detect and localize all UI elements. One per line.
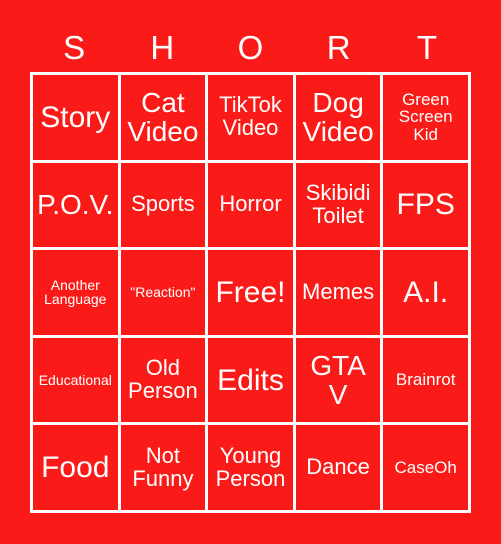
bingo-cell[interactable]: TikTok Video	[208, 75, 296, 163]
bingo-cell-label: TikTok Video	[219, 92, 282, 141]
bingo-cell[interactable]: Cat Video	[120, 75, 209, 163]
bingo-cell[interactable]: Old Person	[120, 337, 209, 426]
bingo-cell[interactable]: Dog Video	[295, 75, 384, 163]
bingo-cell-label: FPS	[396, 188, 455, 222]
bingo-cell-label: Cat Video	[127, 87, 199, 148]
bingo-cell-label: A.I.	[403, 275, 449, 309]
bingo-cell-label: Educational	[38, 371, 112, 388]
header-letter-2: H	[150, 28, 175, 66]
bingo-cell[interactable]: P.O.V.	[33, 162, 121, 251]
header-letter-1: S	[63, 28, 86, 66]
bingo-cell[interactable]: Food	[33, 425, 121, 513]
bingo-cell-label: Food	[41, 451, 110, 485]
bingo-cell-label: Free!	[215, 275, 286, 309]
bingo-cell-label: Old Person	[128, 355, 198, 404]
bingo-cell-label: Skibidi Toilet	[305, 180, 371, 228]
bingo-cell-label: P.O.V.	[37, 189, 114, 221]
bingo-cell-label: Not Funny	[132, 442, 194, 491]
bingo-cell-free[interactable]: Free!	[208, 250, 296, 338]
bingo-cell[interactable]: Edits	[208, 337, 296, 426]
bingo-cell[interactable]: A.I.	[383, 250, 471, 338]
header-letter-4: R	[326, 28, 351, 66]
bingo-cell[interactable]: FPS	[383, 162, 471, 251]
bingo-cell-label: Sports	[131, 191, 195, 217]
bingo-cell-label: Dance	[306, 454, 370, 480]
bingo-cell[interactable]: Brainrot	[383, 337, 471, 426]
bingo-cell[interactable]: GTA V	[295, 337, 384, 426]
bingo-cell[interactable]: Dance	[295, 425, 384, 513]
bingo-grid: Story Cat Video TikTok Video Dog Video G…	[30, 72, 471, 513]
bingo-cell[interactable]: "Reaction"	[120, 250, 209, 338]
bingo-cell[interactable]: Another Language	[33, 250, 121, 338]
bingo-cell[interactable]: Green Screen Kid	[383, 75, 471, 163]
bingo-cell[interactable]: Young Person	[208, 425, 296, 513]
bingo-cell-label: "Reaction"	[130, 284, 196, 301]
bingo-cell[interactable]: Horror	[208, 162, 296, 251]
bingo-cell-label: Dog Video	[302, 87, 374, 148]
bingo-cell-label: Story	[40, 100, 111, 134]
bingo-cell[interactable]: CaseOh	[383, 425, 471, 513]
bingo-card: S H O R T Story Cat Video TikTok Video D…	[0, 0, 501, 544]
bingo-cell-label: Green Screen Kid	[398, 89, 453, 145]
bingo-cell-label: Another Language	[44, 276, 107, 308]
bingo-cell-label: GTA V	[310, 349, 366, 411]
bingo-cell[interactable]: Not Funny	[120, 425, 209, 513]
bingo-cell[interactable]: Memes	[295, 250, 384, 338]
bingo-cell-label: Brainrot	[395, 370, 456, 390]
bingo-cell-label: Memes	[302, 279, 375, 305]
bingo-cell[interactable]: Educational	[33, 337, 121, 426]
bingo-cell-label: Horror	[219, 191, 282, 217]
bingo-header: S H O R T	[30, 22, 471, 72]
bingo-cell[interactable]: Skibidi Toilet	[295, 162, 384, 251]
bingo-cell-label: Young Person	[215, 442, 286, 491]
header-letter-5: T	[416, 28, 437, 66]
header-letter-3: O	[237, 28, 264, 66]
bingo-cell[interactable]: Sports	[120, 162, 209, 251]
bingo-cell-label: CaseOh	[394, 457, 457, 477]
bingo-cell-label: Edits	[217, 363, 284, 397]
bingo-cell[interactable]: Story	[33, 75, 121, 163]
